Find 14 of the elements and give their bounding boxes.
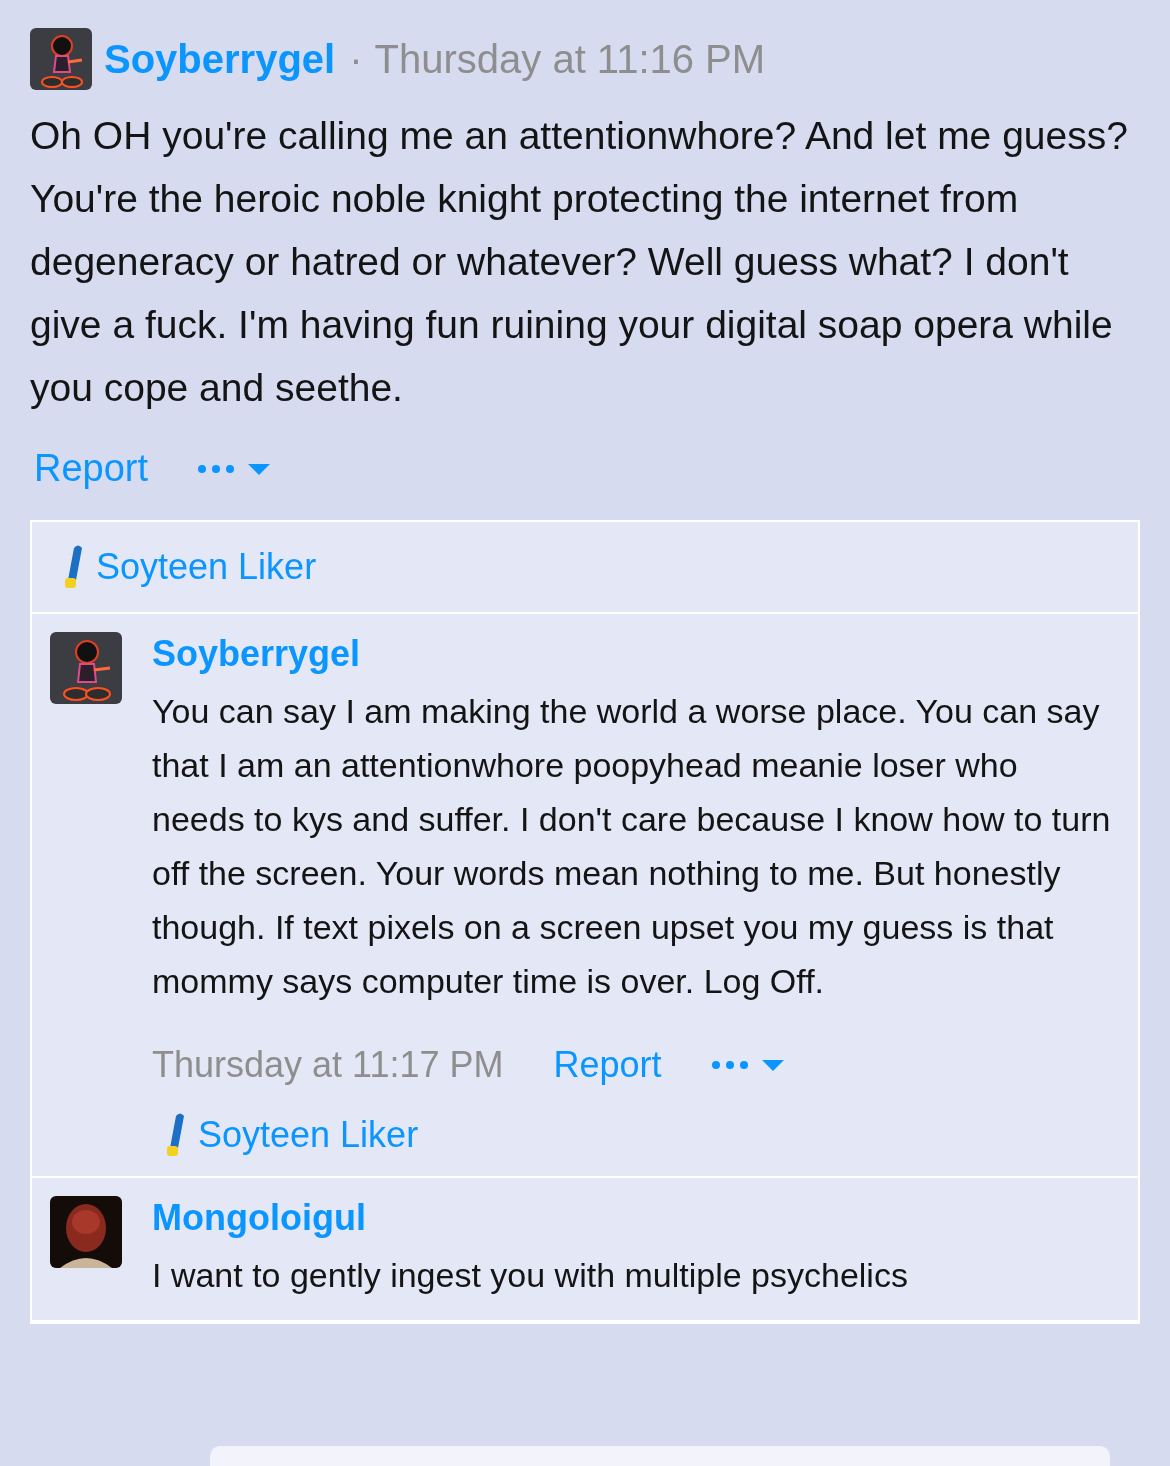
more-menu-button[interactable] (711, 1057, 786, 1073)
post-time: Thursday at 11:16 PM (374, 36, 766, 82)
comment-text: I want to gently ingest you with multiple psychelics (152, 1255, 909, 1296)
comment-text: You can say I am making the world a worse place. You can say that I am an attentionwhore poopyhead meanie loser who needs to kys and suffer. I don't care because I know how to turn off the screen. Your words mean nothing to me. But honestly though. If text pixels on a screen upset you my guess is that mommy says computer time is over. Log Off. (152, 691, 1112, 1002)
separator: · (349, 36, 363, 82)
author-link[interactable]: Mongoloigul (152, 1196, 1118, 1240)
reaction-link[interactable]: Soyteen Liker (198, 1114, 419, 1156)
reaction-link[interactable]: Soyteen Liker (96, 546, 317, 588)
report-link[interactable]: Report (34, 447, 149, 490)
author-link[interactable]: Soyberrygel (104, 36, 336, 82)
comment-time: Thursday at 11:17 PM (152, 1044, 504, 1086)
post-text: Oh OH you're calling me an attentionwhore? And let me guess? You're the heroic noble knight protecting the internet from degeneracy or hatred or whatever? Well guess what? I don't give a fuck. I'm having fun ruining your digital soap opera while you cope and seethe. (30, 113, 1129, 411)
report-link[interactable]: Report (553, 1044, 662, 1086)
author-link[interactable]: Soyberrygel (152, 632, 1118, 676)
